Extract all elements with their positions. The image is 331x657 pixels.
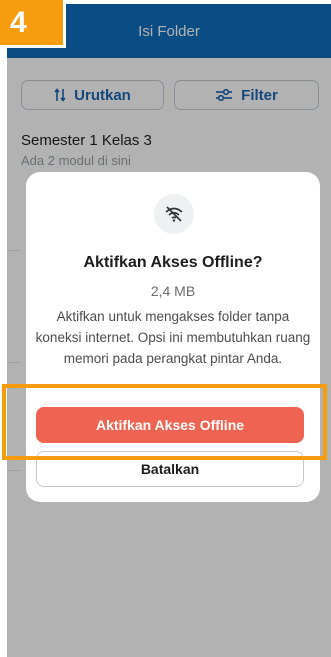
- folder-size: 2,4 MB: [150, 283, 196, 299]
- cancel-button[interactable]: Batalkan: [36, 451, 304, 487]
- step-number-badge: 4: [0, 0, 66, 48]
- offline-access-dialog: Aktifkan Akses Offline? 2,4 MB Aktifkan …: [26, 172, 320, 502]
- enable-offline-button[interactable]: Aktifkan Akses Offline: [36, 407, 304, 443]
- app-screen: Isi Folder Urutkan Filter Semester 1 Kel…: [7, 4, 331, 657]
- dialog-title: Aktifkan Akses Offline?: [83, 254, 263, 271]
- wifi-off-icon: [154, 194, 194, 234]
- dialog-description: Aktifkan untuk mengakses folder tanpa ko…: [35, 309, 311, 366]
